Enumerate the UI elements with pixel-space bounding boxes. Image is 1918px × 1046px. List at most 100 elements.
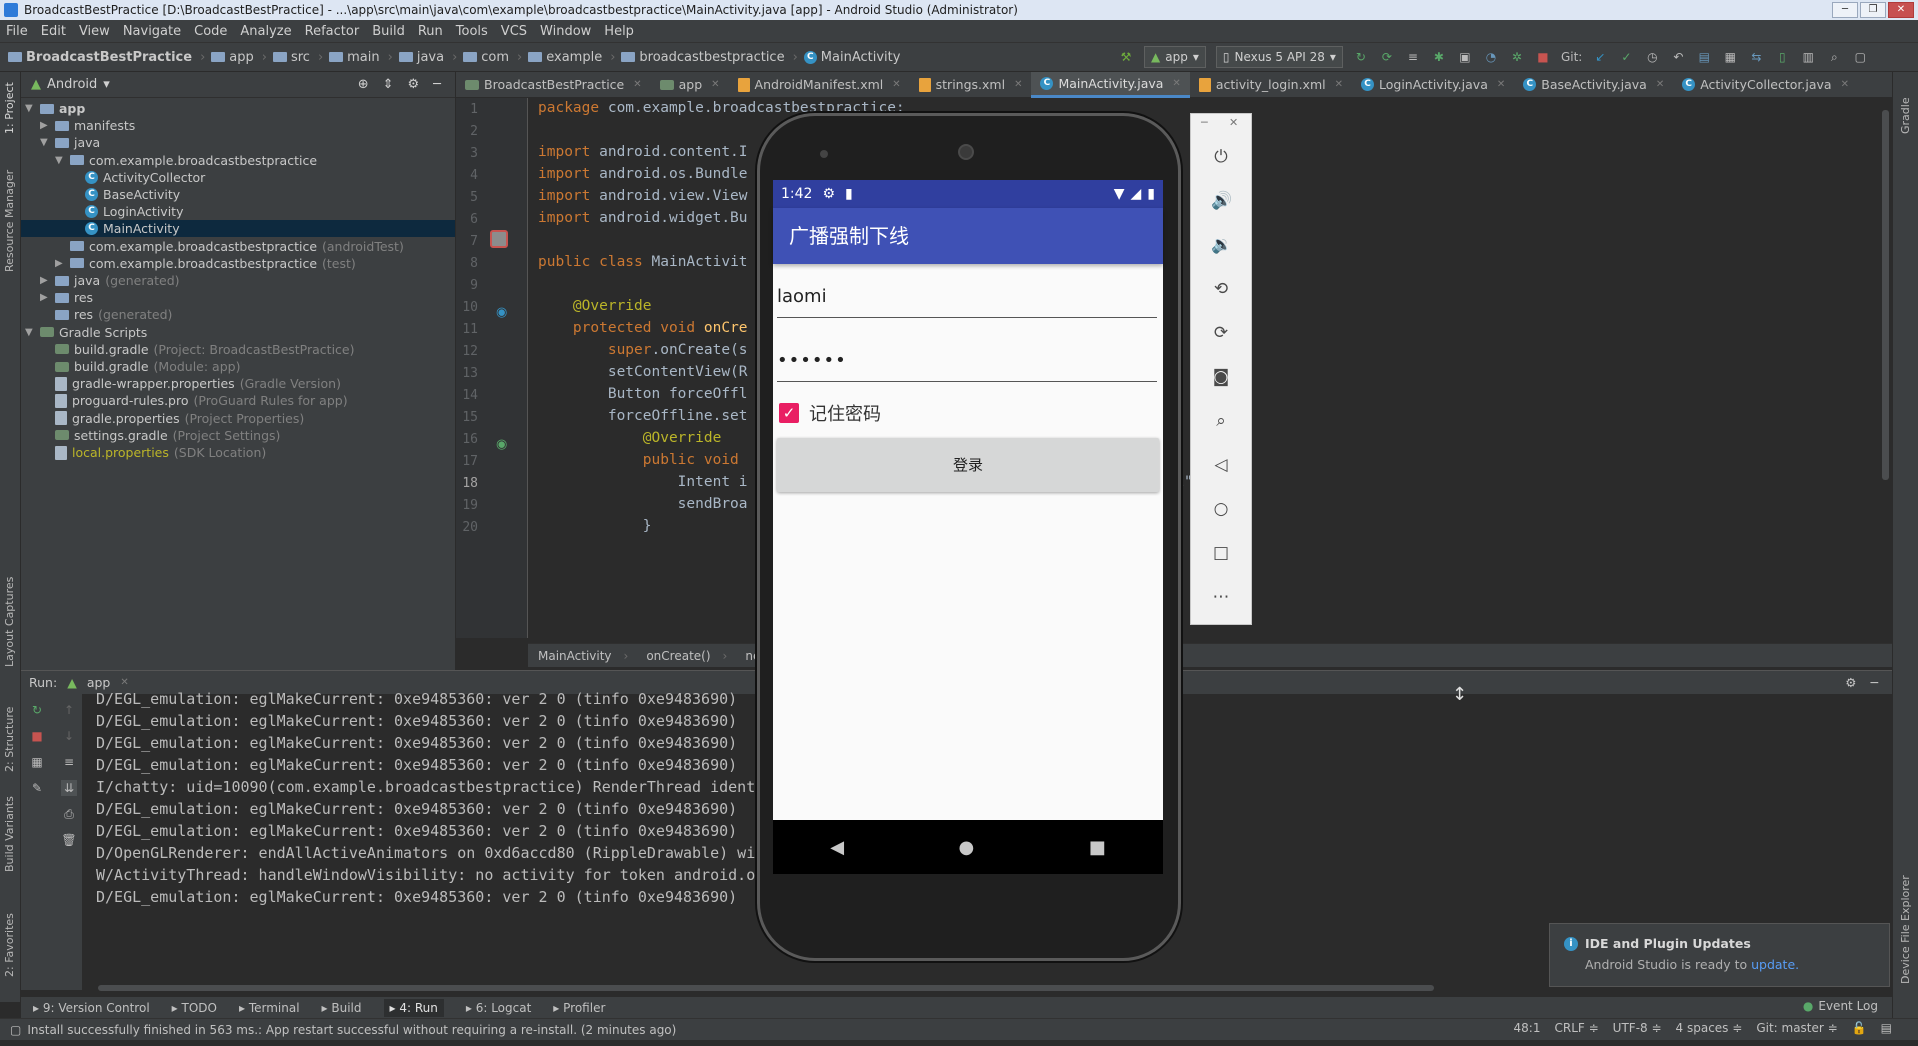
profile-icon[interactable]: ◔: [1483, 49, 1499, 65]
expand-right-icon[interactable]: ▶: [55, 255, 65, 272]
volume-down-icon[interactable]: 🔉: [1211, 234, 1232, 256]
login-button[interactable]: 登录: [777, 438, 1159, 492]
tree-item[interactable]: C ActivityCollector: [21, 169, 455, 186]
recents-icon[interactable]: ■: [1089, 837, 1106, 858]
expand-down-icon[interactable]: ▼: [25, 100, 35, 117]
zoom-icon[interactable]: ⌕: [1211, 410, 1231, 432]
remember-password-checkbox[interactable]: ✓: [779, 403, 799, 423]
apply-changes-icon[interactable]: ⟳: [1379, 49, 1395, 65]
print-icon[interactable]: ⎙: [61, 806, 77, 822]
breadcrumb-item[interactable]: src: [272, 50, 310, 65]
avd-manager-icon[interactable]: ▯: [1774, 49, 1790, 65]
username-field[interactable]: laomi: [777, 270, 1157, 318]
tree-item[interactable]: ▼ com.example.broadcastbestpractice: [21, 152, 455, 169]
close-icon[interactable]: ✕: [1229, 116, 1238, 129]
tree-item[interactable]: gradle-wrapper.properties (Gradle Version…: [21, 375, 455, 392]
coverage-icon[interactable]: ≡: [1405, 49, 1421, 65]
editor-tab[interactable]: C LoginActivity.java ✕: [1352, 72, 1514, 98]
collapse-all-icon[interactable]: ⇕: [383, 77, 394, 92]
close-icon[interactable]: ✕: [1014, 79, 1022, 90]
power-icon[interactable]: ⏻: [1211, 146, 1231, 168]
editor-tab[interactable]: C BaseActivity.java ✕: [1514, 72, 1673, 98]
close-icon[interactable]: ✕: [711, 79, 719, 90]
tree-item[interactable]: ▼ app: [21, 100, 455, 117]
breadcrumb-item[interactable]: C MainActivity: [803, 50, 900, 65]
menu-refactor[interactable]: Refactor: [305, 24, 360, 39]
home-icon[interactable]: ●: [959, 837, 975, 858]
code-breadcrumb-item[interactable]: onCreate(): [646, 649, 710, 663]
breadcrumb-item[interactable]: app: [211, 50, 254, 65]
volume-up-icon[interactable]: 🔊: [1211, 190, 1232, 212]
scroll-to-end-icon[interactable]: ⇊: [61, 780, 77, 796]
tree-item[interactable]: local.properties (SDK Location): [21, 444, 455, 461]
settings-icon[interactable]: ▢: [1852, 49, 1868, 65]
menu-edit[interactable]: Edit: [41, 24, 66, 39]
code-breadcrumb-item[interactable]: MainActivity: [538, 649, 612, 663]
tree-item[interactable]: ▶ manifests: [21, 117, 455, 134]
editor-tab[interactable]: C ActivityCollector.java ✕: [1673, 72, 1858, 98]
close-icon[interactable]: ✕: [892, 79, 900, 90]
menu-window[interactable]: Window: [540, 24, 591, 39]
expand-right-icon[interactable]: ▶: [40, 289, 50, 306]
breadcrumb-item[interactable]: BroadcastBestPractice: [8, 50, 192, 65]
expand-down-icon[interactable]: ▼: [40, 134, 50, 151]
up-arrow-icon[interactable]: ↑: [61, 702, 77, 718]
tree-item[interactable]: build.gradle (Project: BroadcastBestPract…: [21, 341, 455, 358]
tree-item[interactable]: res (generated): [21, 306, 455, 323]
overview-icon[interactable]: □: [1211, 542, 1231, 564]
update-link[interactable]: update.: [1751, 957, 1799, 972]
tree-item[interactable]: gradle.properties (Project Properties): [21, 410, 455, 427]
soft-wrap-icon[interactable]: ≡: [61, 754, 77, 770]
close-button[interactable]: ✕: [1888, 2, 1914, 18]
breadcrumb-item[interactable]: java: [398, 50, 444, 65]
attach-debugger-icon[interactable]: ▣: [1457, 49, 1473, 65]
project-view-selector[interactable]: Android: [47, 77, 97, 92]
build-variants-tab[interactable]: Build Variants: [3, 796, 16, 872]
caret-position[interactable]: 48:1: [1514, 1021, 1541, 1035]
restore-button[interactable]: ❐: [1860, 2, 1886, 18]
tree-item[interactable]: settings.gradle (Project Settings): [21, 427, 455, 444]
editor-scrollbar[interactable]: [1882, 110, 1889, 480]
git-branch[interactable]: Git: master ≑: [1756, 1021, 1837, 1035]
device-file-explorer-tab[interactable]: Device File Explorer: [1899, 875, 1912, 984]
event-log-tab[interactable]: ● Event Log: [1803, 999, 1878, 1013]
console-scrollbar[interactable]: [98, 985, 1434, 991]
pin-icon[interactable]: ✎: [29, 780, 45, 796]
home-icon[interactable]: ○: [1211, 498, 1231, 520]
hammer-icon[interactable]: ⚒: [1118, 49, 1134, 65]
bottom-tab[interactable]: ▸ Terminal: [239, 1001, 300, 1015]
stop-icon[interactable]: ■: [29, 728, 45, 744]
tree-item[interactable]: ▶ java (generated): [21, 272, 455, 289]
override-icon[interactable]: ◉: [496, 305, 507, 320]
git-commit-icon[interactable]: ✓: [1618, 49, 1634, 65]
project-structure-icon[interactable]: ▤: [1696, 49, 1712, 65]
bottom-tab[interactable]: ▸ TODO: [172, 1001, 217, 1015]
trash-icon[interactable]: 🗑: [61, 832, 77, 848]
editor-tab[interactable]: C MainActivity.java ✕: [1031, 71, 1190, 98]
menu-help[interactable]: Help: [604, 24, 634, 39]
tree-item[interactable]: build.gradle (Module: app): [21, 358, 455, 375]
bottom-tab[interactable]: ▸ 4: Run: [383, 998, 444, 1017]
sdk-manager-icon[interactable]: ▦: [1722, 49, 1738, 65]
breadcrumb-item[interactable]: broadcastbestpractice: [621, 50, 785, 65]
bottom-tab[interactable]: ▸ 6: Logcat: [466, 1001, 531, 1015]
git-history-icon[interactable]: ◷: [1644, 49, 1660, 65]
bottom-tab[interactable]: ▸ 9: Version Control: [33, 1001, 150, 1015]
stop-icon[interactable]: ■: [1535, 49, 1551, 65]
memory-icon[interactable]: ▤: [1881, 1021, 1892, 1035]
git-revert-icon[interactable]: ↶: [1670, 49, 1686, 65]
hide-panel-icon[interactable]: ─: [1870, 675, 1878, 690]
close-icon[interactable]: ✕: [1656, 79, 1664, 90]
menu-analyze[interactable]: Analyze: [240, 24, 291, 39]
rerun-icon[interactable]: ↻: [29, 702, 45, 718]
favorites-tab[interactable]: 2: Favorites: [3, 913, 16, 977]
bottom-tab[interactable]: ▸ Profiler: [553, 1001, 605, 1015]
menu-file[interactable]: File: [6, 24, 28, 39]
tree-item[interactable]: ▶ res: [21, 289, 455, 306]
back-icon[interactable]: ◁: [1211, 454, 1231, 476]
search-icon[interactable]: ⌕: [1826, 49, 1842, 65]
editor-tab[interactable]: AndroidManifest.xml ✕: [729, 72, 910, 98]
back-icon[interactable]: ◀: [830, 837, 844, 858]
editor-tab[interactable]: app ✕: [651, 72, 729, 98]
menu-navigate[interactable]: Navigate: [123, 24, 181, 39]
